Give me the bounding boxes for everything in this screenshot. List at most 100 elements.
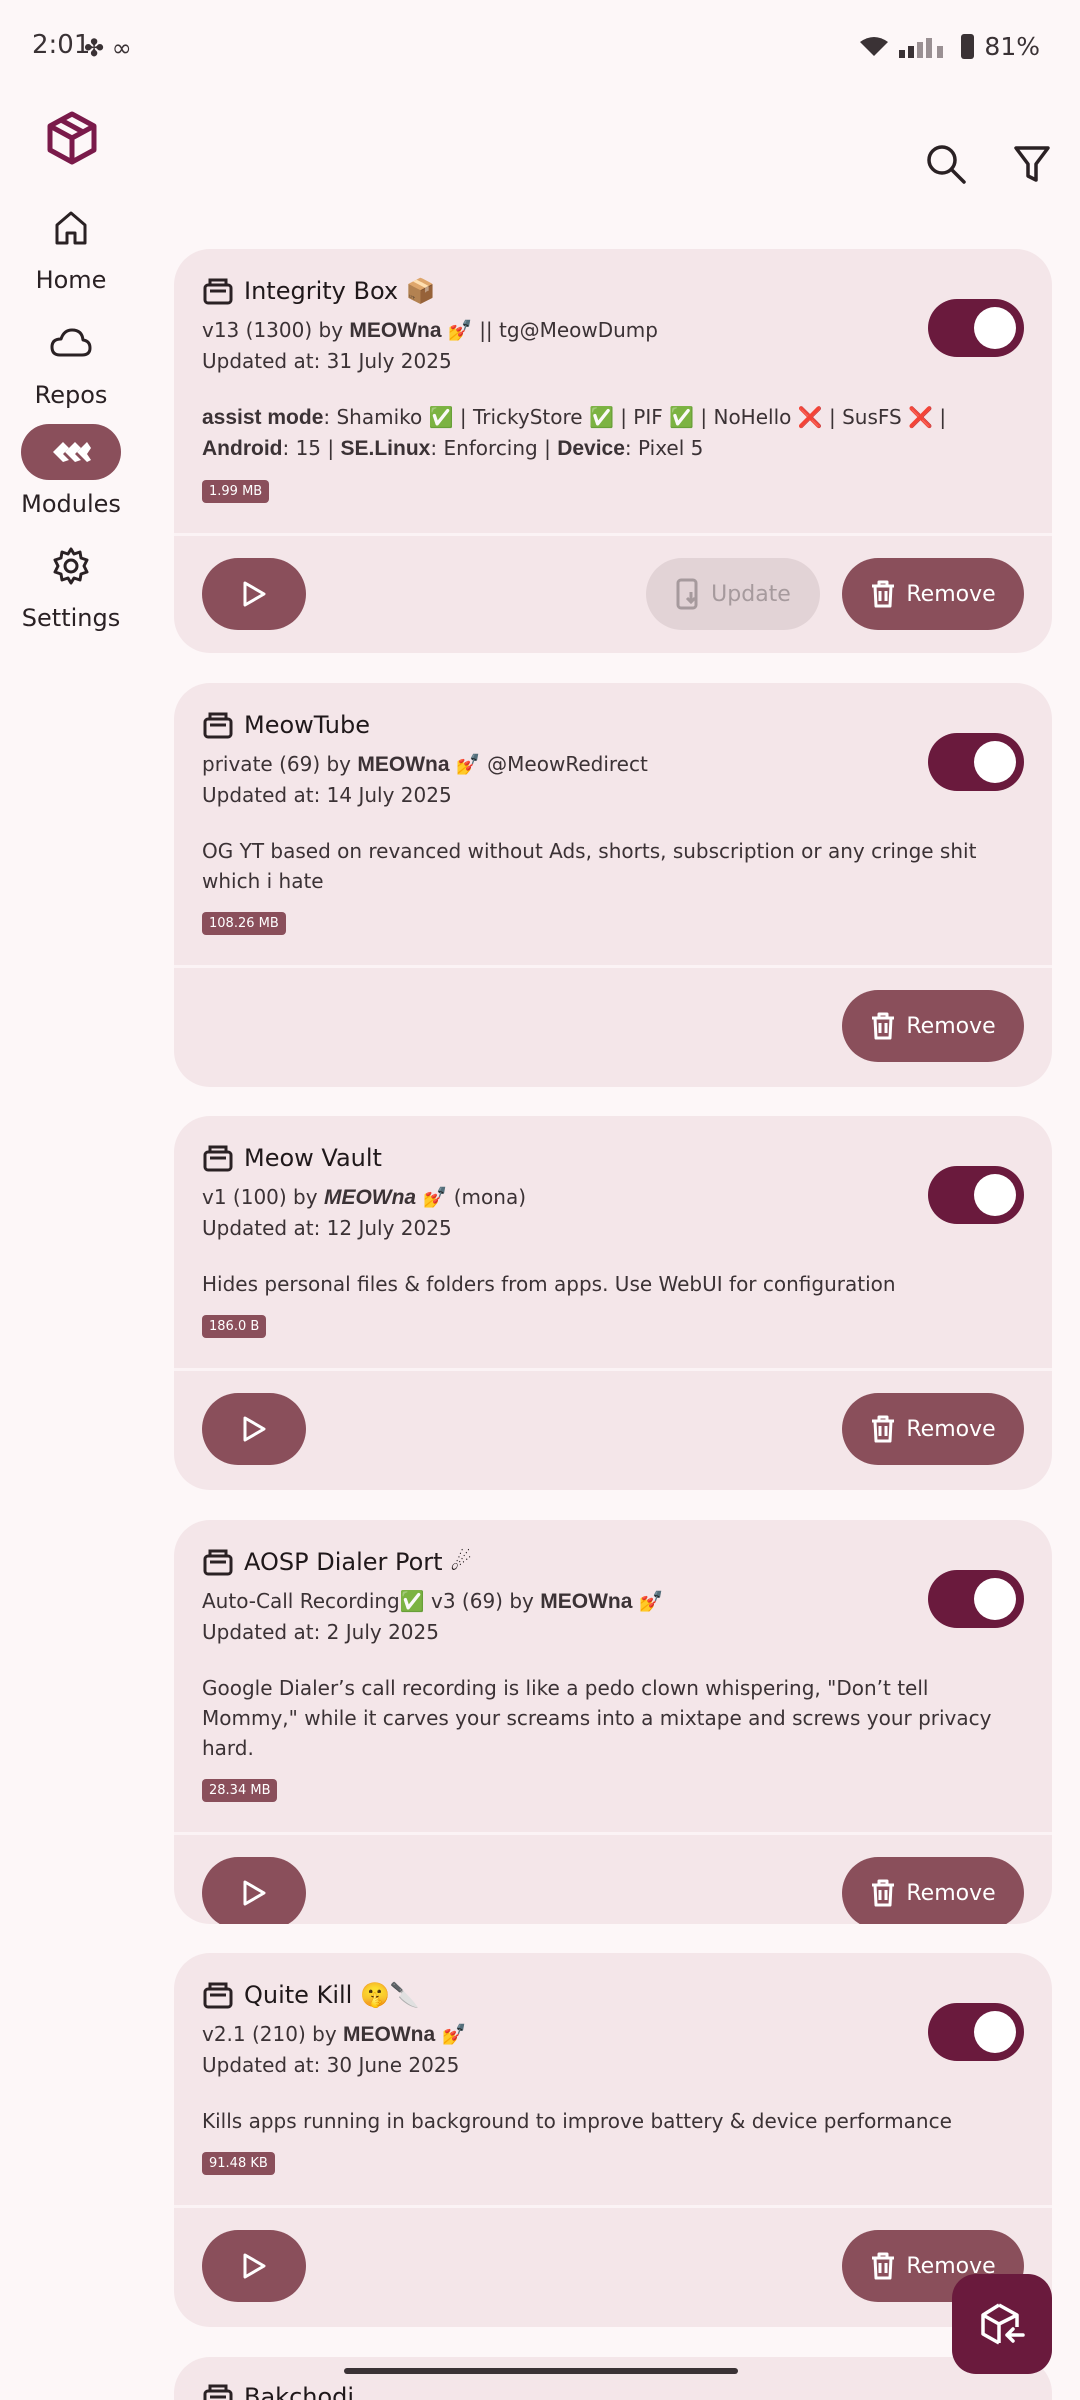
battery-icon xyxy=(961,34,975,59)
module-enable-toggle[interactable] xyxy=(928,1166,1024,1224)
filter-icon xyxy=(1014,146,1050,182)
module-enable-toggle[interactable] xyxy=(928,733,1024,791)
remove-label: Remove xyxy=(906,1880,996,1906)
nav-label-settings: Settings xyxy=(21,604,121,632)
play-icon xyxy=(243,1416,266,1442)
gesture-handle xyxy=(344,2368,738,2374)
nav-item-repos[interactable]: Repos xyxy=(0,315,142,409)
signal-icon xyxy=(899,37,944,58)
module-meta: v13 (1300) by MEOWna 💅 || tg@MeowDump Up… xyxy=(202,315,1024,376)
status-bar: 2:01 ✤ ∞ 81% xyxy=(0,0,1080,104)
module-title: Integrity Box 📦 xyxy=(244,277,436,305)
desc-key: Device xyxy=(557,437,625,460)
nav-item-modules[interactable]: Modules xyxy=(0,424,142,518)
module-title: Quite Kill 🤫🔪 xyxy=(244,1981,420,2009)
module-meta-suffix: 💅 xyxy=(632,1589,664,1613)
app-logo-icon xyxy=(47,111,97,165)
remove-button[interactable]: Remove xyxy=(842,1857,1024,1924)
size-badge: 1.99 MB xyxy=(202,480,270,503)
search-button[interactable] xyxy=(918,136,974,192)
module-meta-suffix: 💅 (mona) xyxy=(416,1185,526,1209)
module-title: Bakchodi xyxy=(244,2383,355,2400)
module-card: Integrity Box 📦 v13 (1300) by MEOWna 💅 |… xyxy=(174,249,1052,653)
update-button[interactable]: Update xyxy=(646,558,820,630)
module-updated: Updated at: 30 June 2025 xyxy=(202,2053,460,2077)
module-enable-toggle[interactable] xyxy=(928,2003,1024,2061)
module-meta: private (69) by MEOWna 💅 @MeowRedirect U… xyxy=(202,749,1024,810)
module-description: assist mode: Shamiko ✅ | TrickyStore ✅ |… xyxy=(202,402,1024,464)
status-time: 2:01 xyxy=(32,30,91,60)
module-icon xyxy=(203,2384,233,2400)
size-badge: 91.48 KB xyxy=(202,2152,275,2175)
trash-icon xyxy=(872,1012,895,1040)
phone-update-icon xyxy=(676,578,698,610)
module-meta: v1 (100) by MEOWna 💅 (mona) Updated at: … xyxy=(202,1182,1024,1243)
desc-text: : Pixel 5 xyxy=(624,436,704,460)
module-title: AOSP Dialer Port ☄ xyxy=(244,1548,472,1576)
battery-percent: 81% xyxy=(984,32,1040,61)
module-meta: Auto-Call Recording✅ v3 (69) by MEOWna 💅… xyxy=(202,1586,1024,1647)
play-icon xyxy=(243,2253,266,2279)
desc-text: : 15 | xyxy=(282,436,341,460)
module-meta: v2.1 (210) by MEOWna 💅 Updated at: 30 Ju… xyxy=(202,2019,1024,2080)
module-card: MeowTube private (69) by MEOWna 💅 @MeowR… xyxy=(174,683,1052,1087)
module-icon xyxy=(203,1145,233,1172)
remove-button[interactable]: Remove xyxy=(842,990,1024,1062)
remove-button[interactable]: Remove xyxy=(842,558,1024,630)
action-button[interactable] xyxy=(202,2230,306,2302)
module-icon xyxy=(203,278,233,305)
module-icon xyxy=(203,1982,233,2009)
search-icon xyxy=(927,145,966,184)
module-version: v13 (1300) by xyxy=(202,318,350,342)
module-icon xyxy=(203,1549,233,1576)
notification-icons: ✤ ∞ xyxy=(84,34,132,62)
module-card: Meow Vault v1 (100) by MEOWna 💅 (mona) U… xyxy=(174,1116,1052,1490)
remove-label: Remove xyxy=(906,1416,996,1442)
play-icon xyxy=(243,581,266,607)
toggle-knob xyxy=(974,741,1016,783)
module-author: MEOWna xyxy=(323,1186,417,1209)
nav-label-modules: Modules xyxy=(21,490,121,518)
trash-icon xyxy=(872,1415,895,1443)
module-icon xyxy=(203,712,233,739)
module-version: Auto-Call Recording✅ v3 (69) by xyxy=(202,1589,541,1613)
module-enable-toggle[interactable] xyxy=(928,299,1024,357)
module-author: MEOWna xyxy=(343,2023,436,2046)
trash-icon xyxy=(872,1879,895,1907)
action-button[interactable] xyxy=(202,1393,306,1465)
trash-icon xyxy=(872,2252,895,2280)
module-meta-suffix: 💅 @MeowRedirect xyxy=(449,752,648,776)
module-card: Quite Kill 🤫🔪 v2.1 (210) by MEOWna 💅 Upd… xyxy=(174,1953,1052,2327)
cloud-icon xyxy=(21,315,121,371)
gear-icon xyxy=(21,538,121,594)
module-meta-suffix: 💅 || tg@MeowDump xyxy=(441,318,658,342)
toggle-knob xyxy=(974,1578,1016,1620)
module-author: MEOWna xyxy=(349,319,442,342)
nav-item-settings[interactable]: Settings xyxy=(0,538,142,632)
module-description: Kills apps running in background to impr… xyxy=(202,2109,952,2133)
remove-button[interactable]: Remove xyxy=(842,1393,1024,1465)
remove-label: Remove xyxy=(906,1013,996,1039)
module-enable-toggle[interactable] xyxy=(928,1570,1024,1628)
nav-item-home[interactable]: Home xyxy=(0,200,142,294)
desc-key: Android xyxy=(202,437,283,460)
module-description: Hides personal files & folders from apps… xyxy=(202,1272,896,1296)
module-card: AOSP Dialer Port ☄ Auto-Call Recording✅ … xyxy=(174,1520,1052,1924)
module-author: MEOWna xyxy=(357,753,450,776)
module-version: v2.1 (210) by xyxy=(202,2022,344,2046)
module-updated: Updated at: 14 July 2025 xyxy=(202,783,452,807)
action-button[interactable] xyxy=(202,558,306,630)
action-button[interactable] xyxy=(202,1857,306,1924)
install-package-icon xyxy=(981,2303,1025,2345)
nav-label-repos: Repos xyxy=(34,381,108,409)
install-module-fab[interactable] xyxy=(952,2274,1052,2374)
module-card: Bakchodi xyxy=(174,2357,1052,2400)
module-updated: Updated at: 31 July 2025 xyxy=(202,349,452,373)
toggle-knob xyxy=(974,2011,1016,2053)
remove-label: Remove xyxy=(906,581,996,607)
update-label: Update xyxy=(711,581,791,607)
module-version: v1 (100) by xyxy=(202,1185,324,1209)
filter-button[interactable] xyxy=(1004,136,1060,192)
module-description: Google Dialer’s call recording is like a… xyxy=(202,1676,992,1760)
module-meta-suffix: 💅 xyxy=(435,2022,467,2046)
